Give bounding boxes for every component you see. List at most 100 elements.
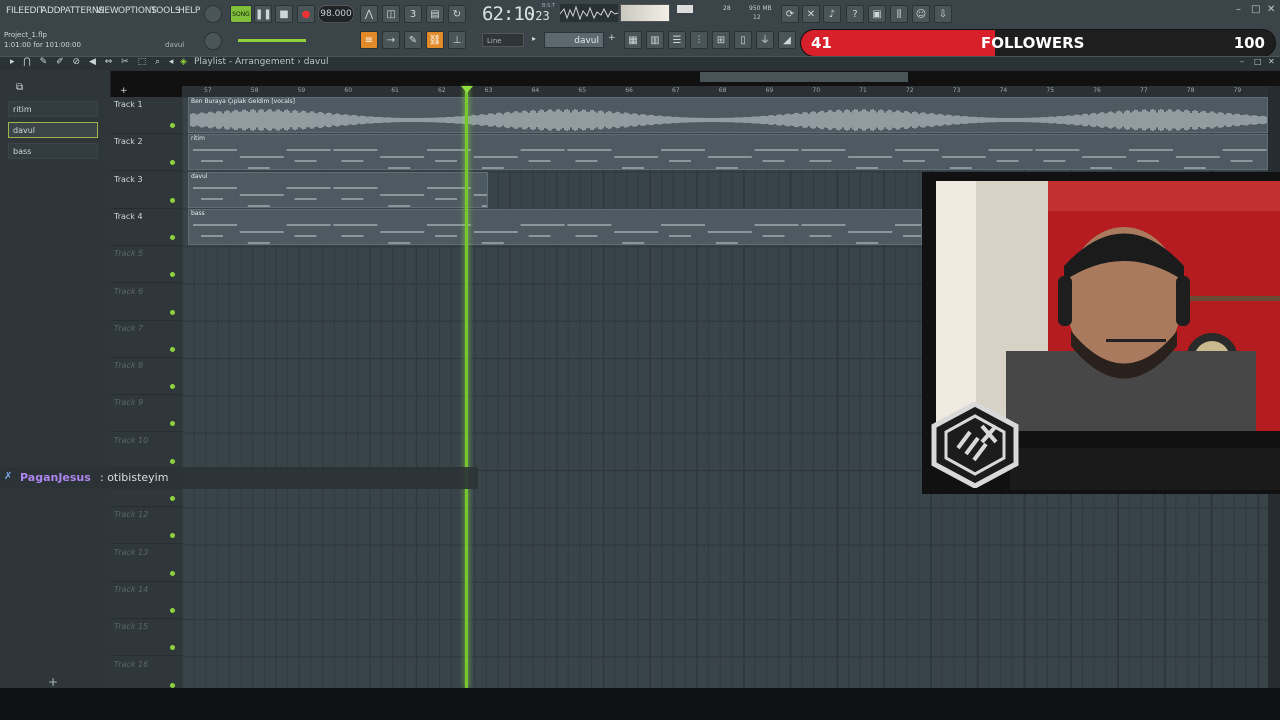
metronome-button[interactable]: ⋀ (360, 5, 378, 23)
slip-icon[interactable]: ⇔ (105, 57, 116, 67)
track-mute-led[interactable] (170, 234, 175, 240)
fx-button[interactable]: ✕ (802, 5, 820, 23)
add-track-icon[interactable]: + (120, 86, 128, 96)
menu-tools[interactable]: TOOLS (151, 6, 181, 16)
save-button[interactable]: ▣ (868, 5, 886, 23)
mixer-window-button[interactable]: ⫶ (690, 31, 708, 49)
browser-button[interactable]: ⊞ (712, 31, 730, 49)
track-header[interactable]: Track 15 (110, 619, 182, 657)
arrow-tool-button[interactable]: → (382, 31, 400, 49)
track-header[interactable]: Track 9 (110, 395, 182, 433)
plugin-picker-button[interactable]: ▯ (734, 31, 752, 49)
mixer-button[interactable]: ⫼ (890, 5, 908, 23)
chat-button[interactable]: ☺ (912, 5, 930, 23)
track-mute-led[interactable] (170, 346, 175, 352)
pause-button[interactable]: ❚❚ (254, 5, 272, 23)
plug-button[interactable]: ⏚ (756, 31, 774, 49)
tempo-tap-button[interactable]: ◢ (778, 31, 796, 49)
playlist-snap-button[interactable]: ≡ (360, 31, 378, 49)
stop-button[interactable]: ■ (275, 5, 293, 23)
pencil-tool-button[interactable]: ✎ (404, 31, 422, 49)
track-mute-led[interactable] (170, 160, 175, 166)
track-mute-led[interactable] (170, 496, 175, 501)
step-edit-button[interactable]: ▤ (426, 5, 444, 23)
maximize-icon[interactable]: □ (1251, 4, 1260, 15)
slice-icon[interactable]: ✂ (121, 57, 132, 67)
channel-rack-button[interactable]: ☰ (668, 31, 686, 49)
song-mode-toggle[interactable]: SONG (230, 5, 252, 23)
track-mute-led[interactable] (170, 421, 175, 427)
pattern-selector[interactable]: davul (544, 32, 604, 48)
playlist-button[interactable]: ▦ (624, 31, 642, 49)
clip-pattern[interactable]: ritim (188, 134, 1268, 171)
track-header[interactable]: Track 10 (110, 433, 182, 470)
track-header[interactable]: Track 8 (110, 358, 182, 396)
minimize-icon[interactable]: – (1236, 4, 1241, 15)
menu-file[interactable]: FILE (6, 6, 24, 16)
playlist-menu-icon[interactable]: ▸ (10, 57, 18, 67)
track-header[interactable]: Track 4 (110, 209, 182, 246)
zoom-icon[interactable]: ⌕ (155, 57, 163, 67)
picker-icon[interactable]: ⧉ (16, 82, 23, 93)
close-icon[interactable]: ✕ (1267, 4, 1275, 15)
track-header[interactable]: Track 14 (110, 582, 182, 619)
add-pattern-icon[interactable]: + (608, 33, 616, 43)
record-button[interactable]: ● (297, 5, 315, 23)
track-header[interactable]: Track 3 (110, 172, 182, 209)
paint-icon[interactable]: ✐ (56, 57, 67, 67)
select-icon[interactable]: ⬚ (138, 57, 150, 67)
song-position-display[interactable]: 62:10 (482, 3, 535, 25)
online-refresh-button[interactable]: ⟳ (781, 5, 799, 23)
timeline-ruler[interactable]: 57 58 59 60 61 62 63 64 65 66 67 68 69 70 71 72 73 74 75 76… (182, 86, 1268, 97)
pattern-item-bass[interactable]: bass (8, 143, 98, 159)
playlist-minimize-icon[interactable]: – (1240, 57, 1244, 66)
track-mute-led[interactable] (170, 458, 175, 464)
playlist-close-icon[interactable]: ✕ (1268, 57, 1275, 66)
wait-input-button[interactable]: ◫ (382, 5, 400, 23)
track-mute-led[interactable] (170, 645, 175, 651)
track-mute-led[interactable] (170, 123, 175, 128)
clip-audio[interactable]: Ben Buraya Çıplak Geldim [vocals] (188, 97, 1268, 133)
track-mute-led[interactable] (170, 682, 175, 688)
draw-icon[interactable]: ✎ (40, 57, 51, 67)
track-header[interactable]: Track 6 (110, 284, 182, 321)
track-mute-led[interactable] (170, 533, 175, 539)
help-button[interactable]: ? (846, 5, 864, 23)
menu-view[interactable]: VIEW (96, 6, 119, 16)
mic-button[interactable]: ♪ (823, 5, 841, 23)
master-volume-slider[interactable] (238, 39, 308, 42)
loop-record-button[interactable]: ↻ (448, 5, 466, 23)
master-volume-knob[interactable] (204, 32, 222, 50)
track-mute-led[interactable] (170, 197, 175, 203)
countdown-button[interactable]: 3 (404, 5, 422, 23)
stamp-button[interactable]: ⊥ (448, 31, 466, 49)
download-button[interactable]: ⇩ (934, 5, 952, 23)
track-header[interactable]: Track 2 (110, 134, 182, 172)
clip-pattern[interactable]: bass (188, 208, 922, 245)
track-mute-led[interactable] (170, 272, 175, 278)
track-header[interactable]: Track 5 (110, 246, 182, 284)
snap-select[interactable]: Line (482, 33, 524, 47)
piano-roll-button[interactable]: ▥ (646, 31, 664, 49)
track-header[interactable]: Track 1 (110, 97, 182, 134)
pattern-item-ritim[interactable]: ritim (8, 101, 98, 117)
track-mute-led[interactable] (170, 384, 175, 390)
clip-pattern[interactable]: davul (188, 171, 488, 208)
playlist-maximize-icon[interactable]: □ (1254, 57, 1262, 66)
delete-icon[interactable]: ⊘ (73, 57, 84, 67)
link-button[interactable]: ⛓ (426, 31, 444, 49)
magnet-icon[interactable]: ⋂ (23, 57, 33, 67)
track-header[interactable]: Track 13 (110, 545, 182, 582)
add-pattern-bottom-icon[interactable]: + (48, 675, 58, 689)
pattern-item-davul[interactable]: davul (8, 122, 98, 138)
menu-add[interactable]: ADD (41, 6, 61, 16)
playhead-marker[interactable] (461, 86, 473, 93)
master-pitch-knob[interactable] (204, 5, 222, 23)
tempo-display[interactable]: 98.000 (318, 5, 354, 23)
mute-icon[interactable]: ◀ (89, 57, 99, 67)
horizontal-scrollbar[interactable] (700, 72, 908, 82)
menu-help[interactable]: HELP (178, 6, 200, 16)
speaker-icon[interactable]: ◂ (169, 57, 177, 67)
pattern-prev-icon[interactable]: ▸ (532, 34, 536, 43)
playhead[interactable] (465, 86, 468, 688)
